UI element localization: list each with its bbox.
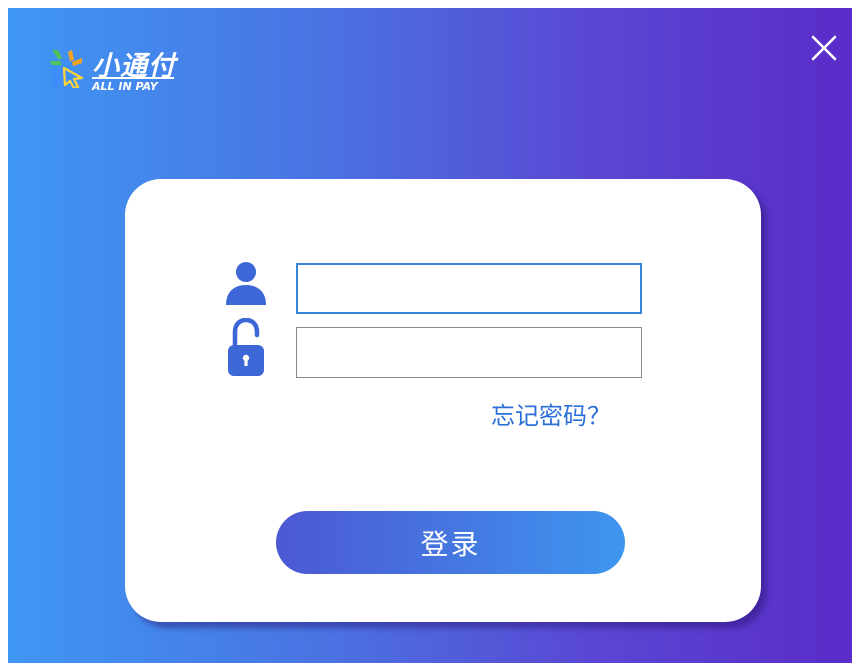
forgot-password-link[interactable]: 忘记密码？ (491, 396, 611, 431)
pinwheel-arrows-logo-icon (50, 50, 84, 88)
username-input[interactable] (296, 263, 642, 314)
brand-subtitle: ALL IN PAY (92, 80, 158, 93)
user-icon (226, 262, 266, 305)
password-input[interactable] (296, 327, 642, 378)
unlock-icon (228, 318, 264, 376)
close-button[interactable] (808, 32, 840, 64)
brand-logo: 小通付 ALL IN PAY (48, 46, 238, 93)
close-icon (811, 35, 837, 61)
login-card: 忘记密码？ 登录 (125, 179, 761, 622)
brand-underline (92, 77, 174, 79)
login-button[interactable]: 登录 (276, 511, 625, 574)
login-window: 小通付 ALL IN PAY 忘记密码？ 登录 (8, 8, 852, 663)
